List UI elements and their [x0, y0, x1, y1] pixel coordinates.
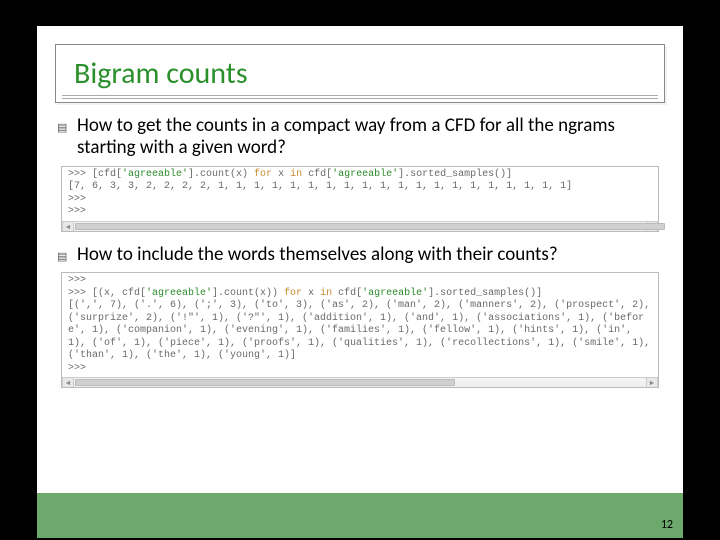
code-content-1: >>> [cfd['agreeable'].count(x) for x in …	[62, 167, 658, 221]
bullet-item: ▤ How to include the words themselves al…	[57, 244, 663, 266]
bullet-text-1: How to get the counts in a compact way f…	[77, 115, 663, 160]
bullet-item: ▤ How to get the counts in a compact way…	[57, 115, 663, 160]
code-block-2: >>> >>> [(x, cfd['agreeable'].count(x)) …	[61, 272, 659, 388]
scroll-track[interactable]	[74, 378, 646, 387]
scroll-left-icon[interactable]: ◄	[62, 222, 74, 231]
slide-title: Bigram counts	[74, 55, 646, 92]
scroll-left-icon[interactable]: ◄	[62, 378, 74, 387]
code-block-1: >>> [cfd['agreeable'].count(x) for x in …	[61, 166, 659, 232]
scroll-track[interactable]	[74, 222, 646, 231]
content-area: ▤ How to get the counts in a compact way…	[37, 111, 683, 388]
bullet-text-2: How to include the words themselves alon…	[77, 244, 558, 266]
footer-bar: 12	[37, 492, 683, 538]
title-container: Bigram counts	[55, 44, 665, 103]
scrollbar-horizontal[interactable]: ◄ ►	[62, 221, 658, 231]
bullet-icon: ▤	[57, 115, 69, 134]
bullet-icon: ▤	[57, 244, 69, 263]
scrollbar-horizontal[interactable]: ◄ ►	[62, 377, 658, 387]
scroll-thumb[interactable]	[75, 223, 665, 230]
page-number: 12	[661, 518, 673, 532]
code-content-2: >>> >>> [(x, cfd['agreeable'].count(x)) …	[62, 273, 658, 377]
scroll-right-icon[interactable]: ►	[646, 378, 658, 387]
slide: Bigram counts ▤ How to get the counts in…	[37, 26, 683, 538]
scroll-thumb[interactable]	[75, 379, 455, 386]
